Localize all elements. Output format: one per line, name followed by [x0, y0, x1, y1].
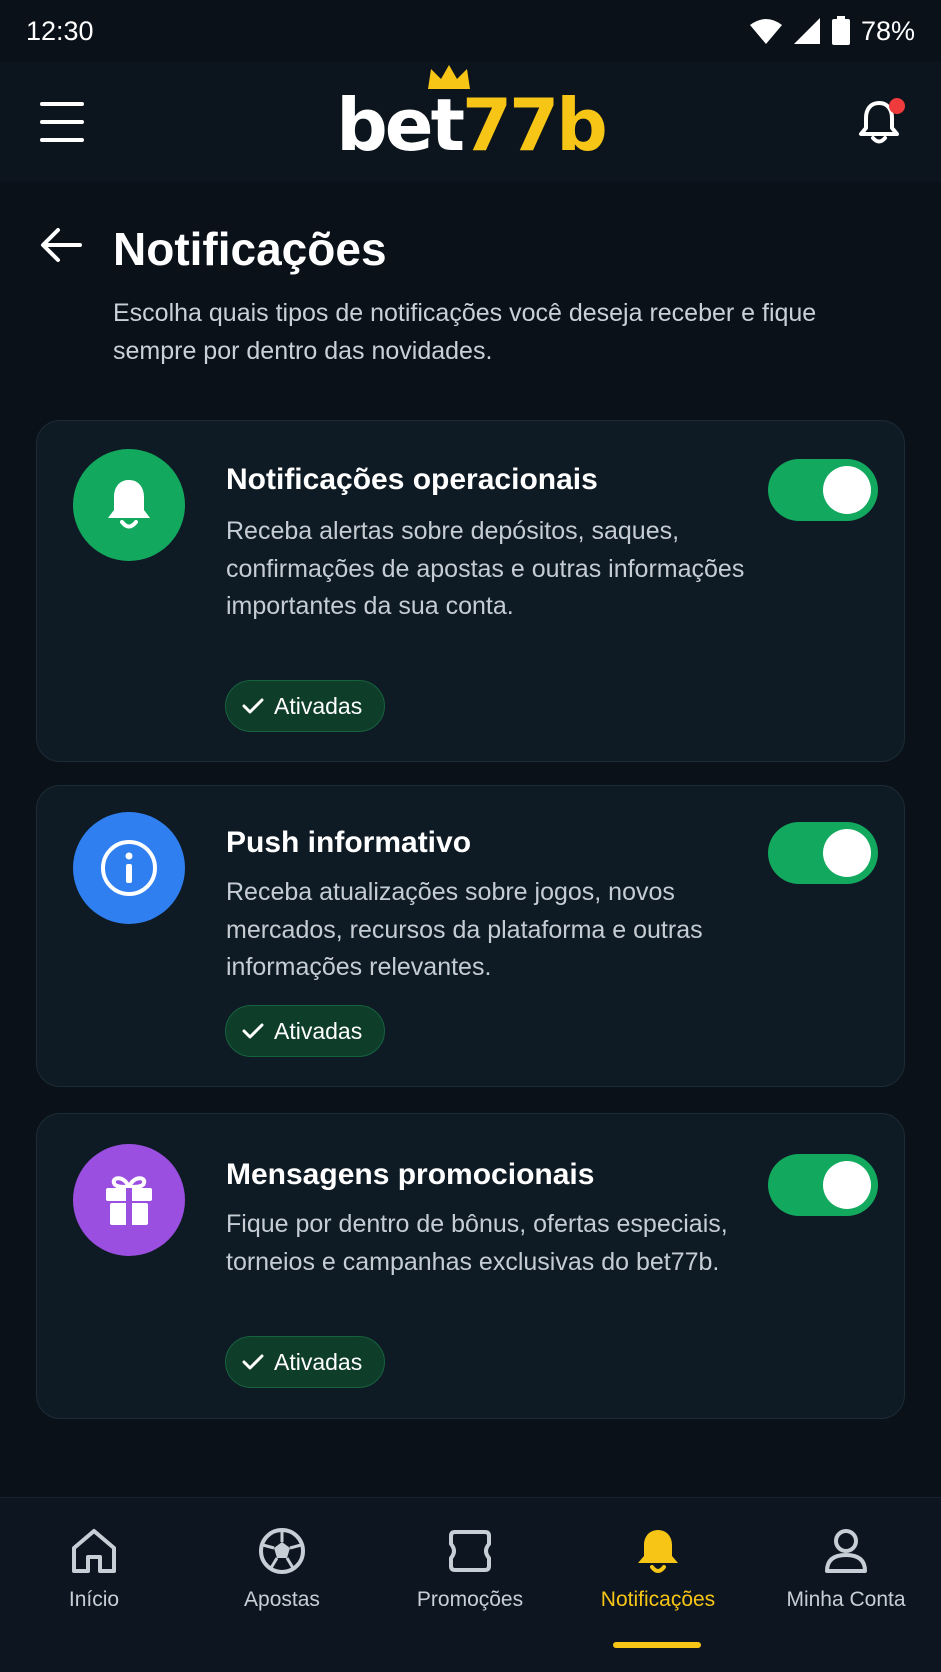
menu-button[interactable] [40, 102, 84, 142]
logo-text-bet: bet [336, 83, 465, 167]
ticket-icon [449, 1530, 491, 1572]
arrow-left-icon [41, 228, 82, 262]
nav-item-apostas[interactable]: Apostas [188, 1526, 376, 1636]
unread-dot [889, 98, 905, 114]
status-badge: Ativadas [225, 680, 386, 732]
nav-label: Notificações [600, 1588, 716, 1611]
card-icon-circle [73, 812, 185, 924]
bell-icon [638, 1530, 678, 1573]
notification-card-push: Push informativo Receba atualizações sob… [36, 785, 905, 1087]
toggle-knob [823, 466, 871, 514]
nav-label: Promoções [416, 1588, 524, 1611]
badge-label: Ativadas [274, 692, 363, 719]
cellular-signal-icon [793, 18, 820, 44]
status-time: 12:30 [26, 15, 94, 46]
gift-icon [106, 1176, 152, 1225]
badge-label: Ativadas [274, 1017, 363, 1044]
page-title: Notificações [113, 223, 387, 275]
push-toggle[interactable] [768, 822, 878, 884]
card-icon-circle [73, 449, 185, 561]
back-button[interactable] [40, 226, 82, 264]
crown-icon [428, 65, 471, 89]
card-title: Push informativo [226, 826, 472, 859]
bell-icon [108, 480, 150, 529]
nav-item-inicio[interactable]: Início [0, 1526, 188, 1636]
card-title: Notificações operacionais [226, 463, 598, 496]
card-title: Mensagens promocionais [226, 1158, 595, 1191]
nav-label: Minha Conta [786, 1588, 906, 1611]
nav-item-promocoes[interactable]: Promoções [376, 1526, 564, 1636]
battery-percent: 78% [860, 15, 915, 46]
app-header: bet77b [0, 62, 941, 182]
status-icons: 78% [749, 16, 915, 47]
nav-label: Início [68, 1588, 120, 1611]
card-description: Receba alertas sobre depósitos, saques, … [226, 517, 745, 620]
header-notifications-button[interactable] [857, 98, 905, 148]
home-icon [72, 1529, 116, 1573]
active-tab-indicator [613, 1642, 701, 1648]
badge-label: Ativadas [274, 1348, 363, 1375]
info-icon [101, 840, 157, 896]
brand-logo[interactable]: bet77b [336, 65, 608, 161]
soccer-ball-icon [259, 1528, 305, 1574]
check-icon [242, 1023, 264, 1039]
notification-card-promotional: Mensagens promocionais Fique por dentro … [36, 1113, 905, 1419]
page-header: Notificações Escolha quais tipos de noti… [0, 182, 941, 402]
nav-item-notificacoes[interactable]: Notificações [564, 1526, 752, 1636]
page-subtitle: Escolha quais tipos de notificações você… [113, 299, 817, 365]
user-icon [825, 1529, 867, 1573]
card-icon-circle [73, 1144, 185, 1256]
wifi-icon [749, 19, 782, 44]
check-icon [242, 1354, 264, 1370]
card-description: Fique por dentro de bônus, ofertas espec… [226, 1210, 728, 1276]
notification-card-operational: Notificações operacionais Receba alertas… [36, 420, 905, 762]
card-description: Receba atualizações sobre jogos, novos m… [226, 878, 703, 981]
menu-icon-bar [40, 120, 84, 124]
operational-toggle[interactable] [768, 459, 878, 521]
menu-icon-bar [40, 102, 84, 106]
status-badge: Ativadas [225, 1005, 386, 1057]
nav-label: Apostas [244, 1588, 320, 1611]
status-badge: Ativadas [225, 1336, 386, 1388]
bottom-navigation: Início Apostas Promoções Notificações Mi… [0, 1497, 941, 1672]
check-icon [242, 698, 264, 714]
menu-icon-bar [40, 138, 84, 142]
toggle-knob [823, 829, 871, 877]
promotional-toggle[interactable] [768, 1154, 878, 1216]
nav-item-minha-conta[interactable]: Minha Conta [752, 1526, 940, 1636]
status-bar: 12:30 78% [0, 0, 941, 62]
toggle-knob [823, 1161, 871, 1209]
logo-text-77b: 77b [462, 83, 608, 167]
battery-icon [831, 16, 850, 45]
